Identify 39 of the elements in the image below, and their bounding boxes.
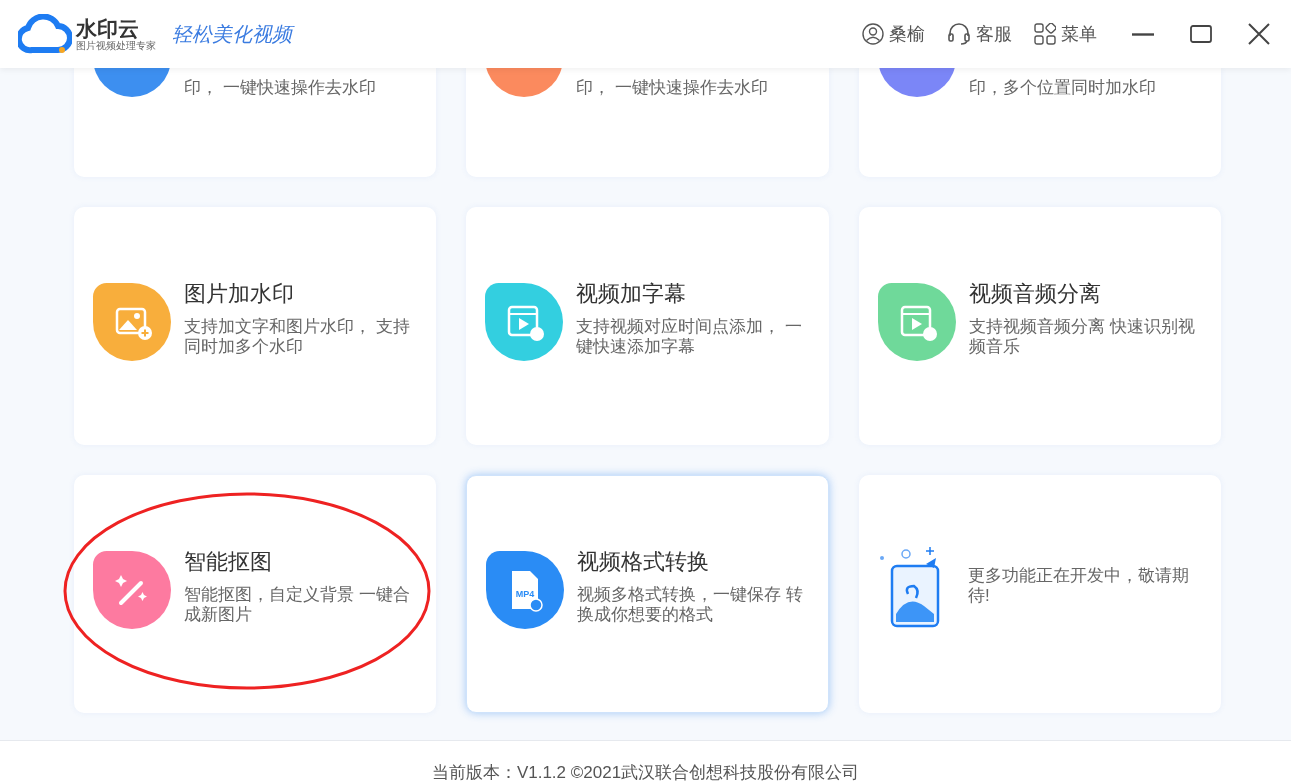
feature-description: 印，多个位置同时加水印 <box>969 78 1156 98</box>
cloud-logo-icon <box>18 14 72 54</box>
footer-text: 当前版本：V1.1.2 ©2021武汉联合创想科技股份有限公司 <box>431 762 860 784</box>
maximize-button[interactable] <box>1189 22 1213 46</box>
feature-title: 视频音频分离 <box>969 280 1102 308</box>
feature-title: 图片加水印 <box>184 280 295 308</box>
menu-button[interactable]: 菜单 <box>1034 22 1097 46</box>
feature-title: 视频格式转换 <box>577 548 710 576</box>
feature-description: 支持视频对应时间点添加， 一键快速添加字幕 <box>576 317 803 357</box>
feature-card[interactable]: MP4 视频格式转换 视频多格式转换，一键保存 转换成你想要的格式 <box>466 475 829 713</box>
feature-card[interactable]: 图片加水印 支持加文字和图片水印， 支持同时加多个水印 <box>74 207 436 445</box>
feature-title: 视频加字幕 <box>576 280 687 308</box>
feature-description: 视频多格式转换，一键保存 转换成你想要的格式 <box>577 585 804 625</box>
feature-description: 支持视频音频分离 快速识别视频音乐 <box>969 317 1196 357</box>
user-icon <box>862 23 884 45</box>
feature-card[interactable]: 视频音频分离 支持视频音频分离 快速识别视频音乐 <box>859 207 1221 445</box>
logo-name: 水印云 <box>76 17 140 39</box>
logo-tagline: 图片视频处理专家 <box>76 40 156 51</box>
format-label: MP4 <box>515 589 535 599</box>
coming-soon-text: 更多功能正在开发中，敬请期待! <box>968 566 1190 606</box>
feature-title: 智能抠图 <box>184 548 273 576</box>
grid-menu-icon <box>1034 23 1056 45</box>
close-icon <box>1247 22 1271 46</box>
feature-card[interactable]: 印， 一键快速操作去水印 <box>466 68 829 177</box>
feature-description: 印， 一键快速操作去水印 <box>576 78 768 98</box>
document-icon <box>512 571 543 612</box>
support-button[interactable]: 客服 <box>947 22 1012 46</box>
headset-icon <box>947 22 971 46</box>
maximize-icon <box>1189 22 1213 46</box>
feature-card[interactable]: 印，多个位置同时加水印 <box>859 68 1221 177</box>
minimize-icon <box>1131 32 1155 36</box>
feature-description: 支持加文字和图片水印， 支持同时加多个水印 <box>184 317 411 357</box>
feature-card[interactable]: 印， 一键快速操作去水印 <box>74 68 436 177</box>
user-button[interactable]: 桑榆 <box>862 22 925 46</box>
feature-card[interactable]: 更多功能正在开发中，敬请期待! <box>859 475 1221 713</box>
feature-card[interactable]: 视频加字幕 支持视频对应时间点添加， 一键快速添加字幕 <box>466 207 829 445</box>
close-button[interactable] <box>1247 22 1271 46</box>
feature-description: 印， 一键快速操作去水印 <box>184 78 376 98</box>
feature-description: 智能抠图，自定义背景 一键合成新图片 <box>184 585 411 625</box>
